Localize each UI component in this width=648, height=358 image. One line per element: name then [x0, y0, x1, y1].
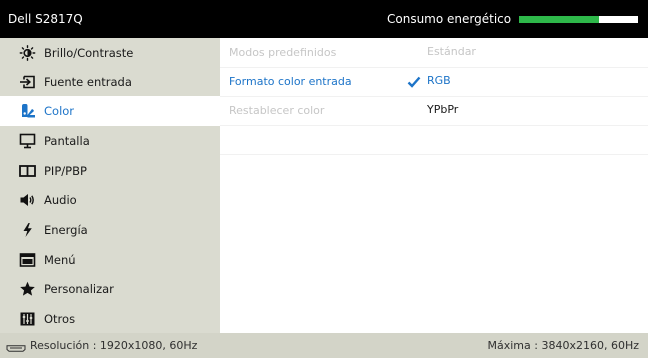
brightness-icon — [19, 45, 36, 61]
sidebar-item-pantalla[interactable]: Pantalla — [0, 126, 220, 156]
sidebar-item-personalizar[interactable]: Personalizar — [0, 274, 220, 304]
audio-icon — [19, 192, 36, 208]
sidebar-item-label: Otros — [44, 312, 76, 326]
option-ypbpr[interactable]: YPbPr — [427, 103, 458, 116]
sidebar-item-label: PIP/PBP — [44, 164, 87, 178]
sidebar-item-label: Fuente entrada — [44, 75, 132, 89]
row-label: Formato color entrada — [229, 75, 352, 88]
sidebar-item-color[interactable]: Color — [0, 96, 220, 126]
monitor-model: Dell S2817Q — [8, 12, 83, 26]
sidebar-item-label: Menú — [44, 253, 76, 267]
sidebar-item-menu[interactable]: Menú — [0, 245, 220, 275]
input-source-icon — [19, 74, 36, 90]
option-rgb[interactable]: RGB — [427, 74, 451, 87]
sidebar-item-fuente-entrada[interactable]: Fuente entrada — [0, 67, 220, 97]
energy-consumption-label: Consumo energético — [387, 12, 512, 26]
color-icon — [19, 103, 36, 119]
sidebar-item-energia[interactable]: Energía — [0, 215, 220, 245]
row-empty — [220, 125, 648, 155]
pip-pbp-icon — [19, 163, 36, 179]
current-resolution: Resolución : 1920x1080, 60Hz — [30, 339, 198, 352]
sidebar-item-brillo-contraste[interactable]: Brillo/Contraste — [0, 38, 220, 68]
row-label: Restablecer color — [229, 104, 325, 117]
row-label: Modos predefinidos — [229, 46, 337, 59]
sidebar-item-pip-pbp[interactable]: PIP/PBP — [0, 156, 220, 186]
others-icon — [19, 311, 36, 327]
menu-icon — [19, 252, 36, 268]
sidebar-item-audio[interactable]: Audio — [0, 185, 220, 215]
display-icon — [19, 133, 36, 149]
row-value: Estándar — [427, 45, 476, 58]
energy-meter-fill — [519, 16, 599, 23]
row-restablecer-color[interactable]: Restablecer color YPbPr — [220, 96, 648, 126]
sidebar-item-label: Audio — [44, 193, 77, 207]
energy-meter — [519, 16, 638, 23]
checkmark-icon — [407, 74, 421, 88]
monitor-osd: Dell S2817Q Consumo energético Brillo/Co… — [0, 0, 648, 358]
row-formato-color-entrada[interactable]: Formato color entrada RGB — [220, 67, 648, 97]
status-footer: Resolución : 1920x1080, 60Hz Máxima : 38… — [0, 333, 648, 358]
sidebar-item-label: Energía — [44, 223, 88, 237]
row-modos-predefinidos[interactable]: Modos predefinidos Estándar — [220, 38, 648, 68]
sidebar-item-otros[interactable]: Otros — [0, 304, 220, 334]
connector-icon — [6, 342, 26, 352]
maximum-resolution: Máxima : 3840x2160, 60Hz — [487, 339, 640, 352]
star-icon — [19, 281, 36, 297]
sidebar-item-label: Color — [44, 104, 75, 118]
content-panel: Modos predefinidos Estándar Formato colo… — [220, 38, 648, 333]
energy-icon — [19, 222, 36, 238]
sidebar-item-label: Pantalla — [44, 134, 90, 148]
sidebar: Brillo/Contraste Fuente entrada Color Pa… — [0, 38, 220, 333]
sidebar-item-label: Brillo/Contraste — [44, 46, 134, 60]
sidebar-item-label: Personalizar — [44, 282, 114, 296]
title-bar: Dell S2817Q Consumo energético — [0, 0, 648, 38]
